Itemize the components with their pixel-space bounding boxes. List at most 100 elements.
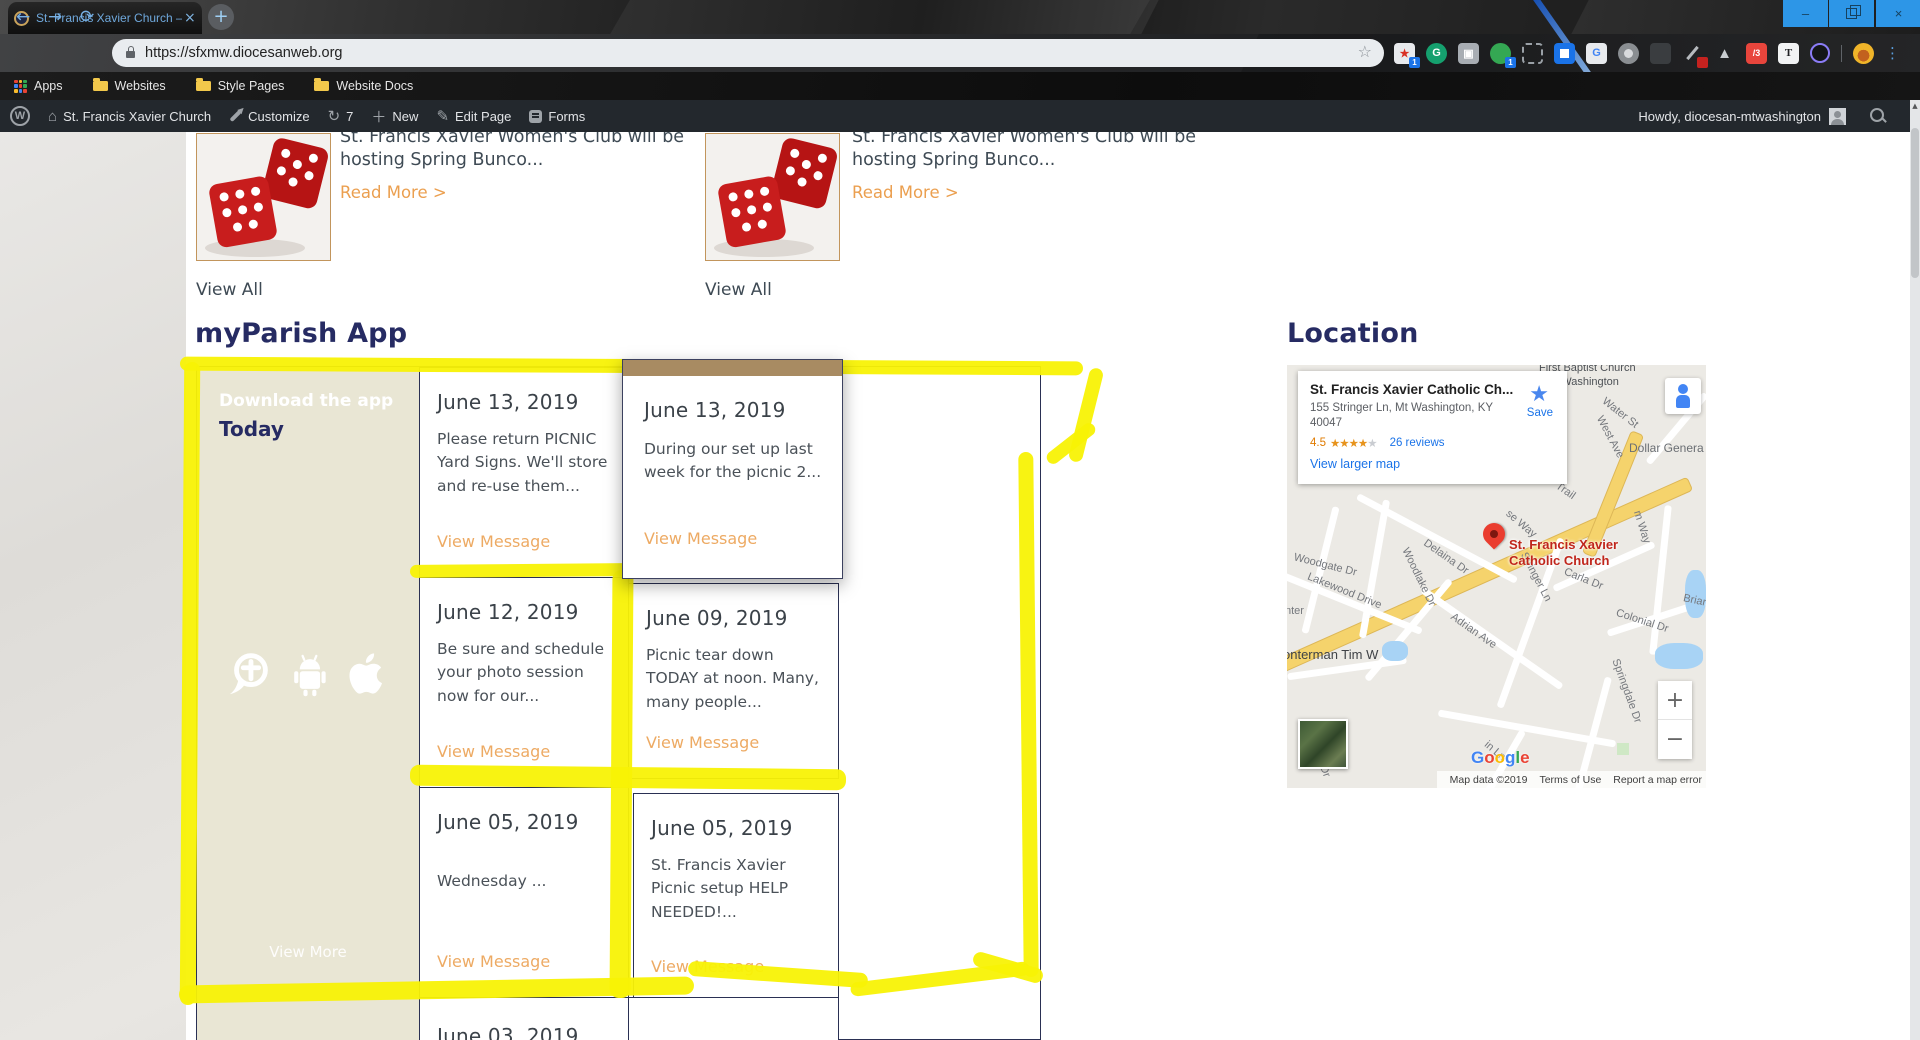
window-minimize-button[interactable]: –	[1783, 0, 1828, 27]
url-bar[interactable]: https://sfxmw.diocesanweb.org ☆	[112, 39, 1384, 67]
wordpress-icon: W	[10, 106, 30, 126]
marker-label: St. Francis Xavier	[1509, 537, 1618, 553]
view-message-link[interactable]: View Message	[437, 532, 550, 551]
map-marker-icon[interactable]	[1478, 518, 1509, 549]
tab-close-icon[interactable]: ×	[184, 10, 196, 26]
ext-screenshot-icon[interactable]: ▣	[1458, 43, 1479, 64]
myparish-heading: myParish App	[195, 318, 407, 349]
ext-drive-icon[interactable]: ▲	[1714, 43, 1735, 64]
ext-bookmark-icon[interactable]: ★1	[1394, 43, 1415, 64]
wp-edit-page[interactable]: ✎Edit Page	[436, 107, 511, 125]
scrollbar-thumb[interactable]	[1911, 128, 1919, 278]
ext-css-icon[interactable]: /3	[1746, 43, 1767, 64]
url-text: https://sfxmw.diocesanweb.org	[145, 45, 342, 61]
save-link[interactable]: Save	[1527, 407, 1553, 419]
search-icon[interactable]	[1870, 108, 1884, 122]
site-name: St. Francis Xavier Church	[63, 109, 211, 124]
location-heading: Location	[1287, 318, 1419, 349]
reviews-link[interactable]: 26 reviews	[1390, 437, 1445, 449]
zoom-in-button[interactable]: +	[1658, 681, 1692, 720]
forms-icon	[529, 110, 542, 123]
ext-bag-icon[interactable]	[1650, 43, 1671, 64]
message-date: June 12, 2019	[437, 600, 579, 624]
wp-site-menu[interactable]: ⌂ St. Francis Xavier Church	[48, 108, 211, 125]
browser-tab[interactable]: St. Francis Xavier Church – Mt. W ×	[8, 2, 202, 34]
ext-colorpicker-icon[interactable]	[1682, 43, 1703, 64]
view-message-link[interactable]: View Message	[644, 529, 757, 548]
ext-status-icon[interactable]: 1	[1490, 43, 1511, 64]
back-button[interactable]: ←	[16, 7, 30, 27]
wp-customize[interactable]: Customize	[229, 109, 309, 124]
bookmark-folder-websites[interactable]: Websites	[93, 79, 166, 93]
view-more-link[interactable]: View More	[197, 943, 419, 961]
window-close-button[interactable]: ×	[1876, 0, 1920, 27]
extension-row: ★1 G ▣ 1 G ▲ /3 T ⋮	[1394, 39, 1900, 67]
rating-value: 4.5	[1310, 437, 1326, 449]
bookmark-apps[interactable]: Apps	[14, 79, 63, 93]
toolbar-divider	[1841, 45, 1842, 62]
google-map[interactable]: First Baptist Church nt Washington Water…	[1287, 365, 1706, 788]
card-header-bar	[623, 360, 842, 376]
myparish-sidebar: Download the app Today View More	[197, 367, 419, 1040]
folder-icon	[93, 81, 108, 91]
bookmark-star-icon[interactable]: ☆	[1358, 42, 1372, 61]
bookmark-folder-style-pages[interactable]: Style Pages	[196, 79, 285, 93]
map-info-card: St. Francis Xavier Catholic Ch... 155 St…	[1298, 371, 1567, 484]
wp-new[interactable]: ＋ New	[371, 106, 418, 127]
message-card-empty	[628, 997, 839, 1040]
map-data-text: Map data ©2019	[1450, 774, 1528, 786]
map-park	[1617, 743, 1629, 755]
bookmark-folder-website-docs[interactable]: Website Docs	[314, 79, 413, 93]
map-label: m Way	[1631, 509, 1653, 545]
ext-crop-icon[interactable]	[1522, 43, 1543, 64]
refresh-button[interactable]: ⟳	[80, 7, 94, 27]
place-address: 155 Stringer Ln, Mt Washington, KY40047	[1310, 401, 1510, 431]
apple-icon	[342, 647, 392, 701]
ext-translate-icon[interactable]: G	[1586, 43, 1607, 64]
pegman-control[interactable]	[1665, 378, 1701, 414]
home-icon: ⌂	[48, 108, 57, 125]
app-store-icons	[211, 647, 405, 701]
wp-forms[interactable]: Forms	[529, 109, 585, 124]
read-more-link[interactable]: Read More >	[340, 183, 447, 202]
terms-link[interactable]: Terms of Use	[1539, 774, 1601, 786]
map-label: Springdale Dr	[1609, 657, 1643, 724]
user-avatar	[1829, 108, 1846, 125]
map-label: se Way	[1503, 508, 1538, 541]
new-label: New	[392, 109, 418, 124]
ext-text-icon[interactable]: T	[1778, 43, 1799, 64]
view-larger-map-link[interactable]: View larger map	[1310, 457, 1555, 471]
dice-image	[196, 133, 331, 261]
report-error-link[interactable]: Report a map error	[1613, 774, 1702, 786]
ext-selection-icon[interactable]	[1554, 43, 1575, 64]
view-message-link[interactable]: View Message	[437, 742, 550, 761]
message-date: June 09, 2019	[646, 606, 788, 630]
scrollbar-up-arrow[interactable]: ▲	[1910, 102, 1920, 110]
read-more-link[interactable]: Read More >	[852, 183, 959, 202]
ext-camera-icon[interactable]	[1618, 43, 1639, 64]
google-logo[interactable]: Google	[1471, 748, 1530, 768]
message-card-elevated[interactable]: June 13, 2019 During our set up last wee…	[622, 359, 843, 579]
myparish-app-icon	[224, 648, 276, 700]
wp-logo-menu[interactable]: W	[10, 106, 30, 126]
window-restore-button[interactable]	[1829, 0, 1874, 27]
plus-icon: ＋	[371, 106, 386, 127]
satellite-toggle[interactable]	[1298, 719, 1348, 769]
wp-account-menu[interactable]: Howdy, diocesan-mtwashington	[1638, 100, 1846, 132]
new-tab-button[interactable]: +	[208, 4, 234, 30]
forward-button[interactable]: →	[48, 7, 62, 27]
map-label: nter	[1287, 605, 1304, 617]
view-message-link[interactable]: View Message	[646, 733, 759, 752]
zoom-out-button[interactable]: −	[1658, 720, 1692, 759]
save-star-icon[interactable]: ★	[1529, 381, 1549, 407]
ext-ring-icon[interactable]	[1810, 43, 1830, 63]
view-all-link[interactable]: View All	[705, 280, 772, 300]
page-scrollbar[interactable]: ▲	[1910, 100, 1920, 1040]
map-label: onterman Tim W	[1287, 647, 1378, 662]
browser-menu-icon[interactable]: ⋮	[1885, 44, 1900, 62]
view-message-link[interactable]: View Message	[437, 952, 550, 971]
wp-updates[interactable]: ↻7	[328, 107, 354, 125]
view-all-link[interactable]: View All	[196, 280, 263, 300]
profile-avatar[interactable]	[1853, 43, 1874, 64]
ext-grammarly-icon[interactable]: G	[1426, 43, 1447, 64]
